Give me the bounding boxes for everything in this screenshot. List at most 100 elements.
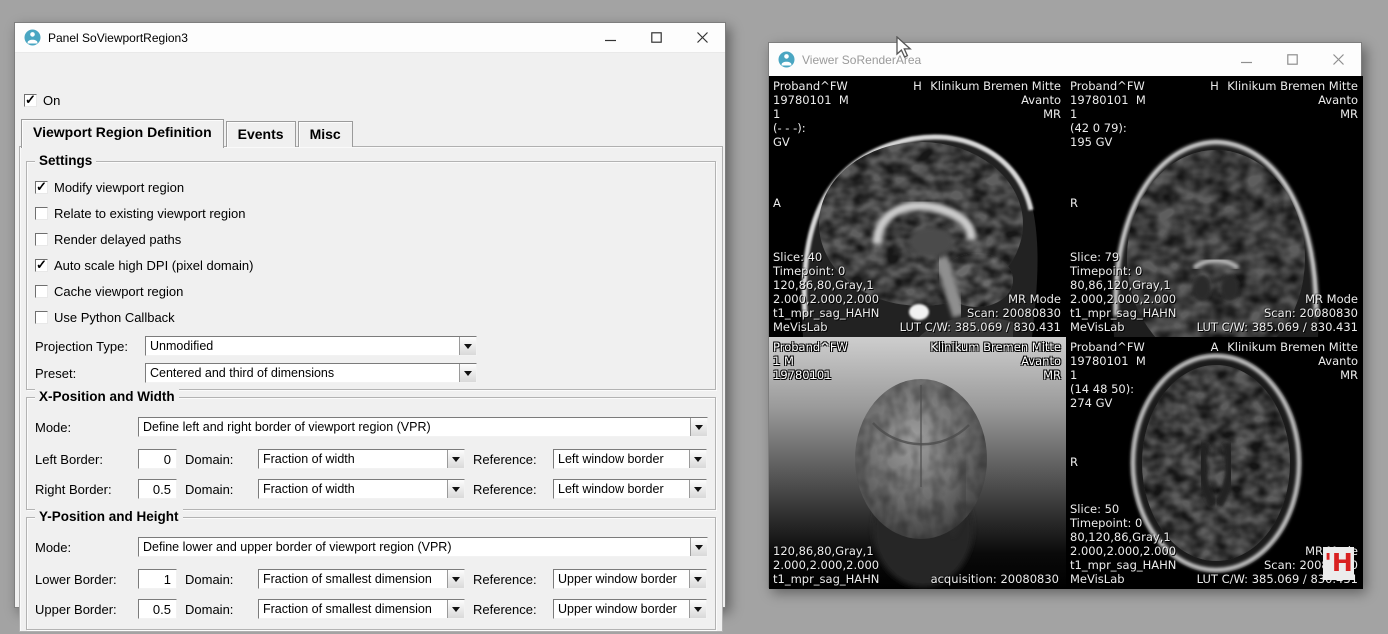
- overlay-line: 1 M: [773, 354, 848, 368]
- on-checkbox[interactable]: On: [24, 93, 60, 108]
- viewer-titlebar[interactable]: Viewer SoRenderArea: [769, 43, 1361, 76]
- upper-border-row: Upper Border: Domain: Fraction of smalle…: [35, 599, 707, 619]
- overlay-line: Klinikum Bremen Mitte: [930, 79, 1061, 93]
- overlay-line: 80,120,86,Gray,1: [1070, 530, 1176, 544]
- viewer-grid: Proband^FW 19780101 M 1 (- - -): GV H Kl…: [769, 76, 1363, 589]
- overlay-line: MeVisLab: [1070, 572, 1176, 586]
- left-border-input[interactable]: [138, 449, 177, 469]
- overlay-line: Slice: 40: [773, 250, 879, 264]
- overlay-line: Timepoint: 0: [1070, 264, 1176, 278]
- selected-value: Fraction of width: [259, 452, 447, 466]
- checkbox-label: Auto scale high DPI (pixel domain): [54, 258, 253, 273]
- projection-type-label: Projection Type:: [35, 339, 128, 354]
- mevislab-logo-icon: [24, 29, 41, 46]
- chevron-down-icon: [689, 450, 706, 468]
- viewer-quadrant-coronal[interactable]: Proband^FW 19780101 M 1 (42 0 79): 195 G…: [1066, 76, 1363, 337]
- orientation-left-label: R: [1070, 196, 1078, 210]
- viewer-quadrant-axial[interactable]: Proband^FW 19780101 M 1 (14 48 50): 274 …: [1066, 337, 1363, 589]
- overlay-line: Slice: 50: [1070, 502, 1176, 516]
- close-button[interactable]: [679, 23, 725, 52]
- minimize-button[interactable]: [587, 23, 633, 52]
- checkbox-box[interactable]: [35, 259, 48, 272]
- overlay-line: Scan: 20080830: [900, 306, 1061, 320]
- checkbox-box[interactable]: [35, 233, 48, 246]
- overlay-line: MR: [930, 368, 1061, 382]
- use-python-callback-checkbox[interactable]: Use Python Callback: [35, 310, 175, 325]
- overlay-line: LUT C/W: 385.069 / 830.431: [1197, 320, 1358, 334]
- overlay-line: Klinikum Bremen Mitte: [930, 340, 1061, 354]
- slice-info: Slice: 50 Timepoint: 0 80,120,86,Gray,1 …: [1070, 502, 1176, 586]
- modify-viewport-region-checkbox[interactable]: Modify viewport region: [35, 180, 184, 195]
- x-mode-select[interactable]: Define left and right border of viewport…: [138, 417, 708, 437]
- tab-viewport-region-definition[interactable]: Viewport Region Definition: [21, 119, 224, 148]
- overlay-line: 19780101 M: [773, 93, 849, 107]
- overlay-line: Scan: 20080830: [1197, 306, 1358, 320]
- checkbox-label: Render delayed paths: [54, 232, 181, 247]
- overlay-line: MR Mode: [1197, 292, 1358, 306]
- right-border-row: Right Border: Domain: Fraction of width …: [35, 479, 707, 499]
- upper-border-reference-select[interactable]: Upper window border: [553, 599, 707, 619]
- group-title: Y-Position and Height: [35, 509, 183, 524]
- checkbox-label: On: [43, 93, 60, 108]
- projection-type-select[interactable]: Unmodified: [145, 336, 477, 356]
- chevron-down-icon: [689, 570, 706, 588]
- minimize-icon: [1241, 54, 1252, 65]
- checkbox-box[interactable]: [35, 207, 48, 220]
- checkbox-box[interactable]: [35, 311, 48, 324]
- y-mode-select[interactable]: Define lower and upper border of viewpor…: [138, 537, 708, 557]
- site-info: Klinikum Bremen Mitte Avanto MR: [1227, 79, 1358, 121]
- panel-window: Panel SoViewportRegion3 On Viewport Regi…: [14, 22, 726, 608]
- panel-titlebar[interactable]: Panel SoViewportRegion3: [15, 23, 725, 53]
- cache-viewport-region-checkbox[interactable]: Cache viewport region: [35, 284, 183, 299]
- lower-border-domain-select[interactable]: Fraction of smallest dimension: [258, 569, 465, 589]
- lower-border-reference-select[interactable]: Upper window border: [553, 569, 707, 589]
- overlay-line: 2.000,2.000,2.000: [1070, 544, 1176, 558]
- slice-info: 120,86,80,Gray,1 2.000,2.000,2.000 t1_mp…: [773, 544, 879, 586]
- patient-info: Proband^FW 1 M 19780101: [773, 340, 848, 382]
- close-button[interactable]: [1315, 43, 1361, 76]
- chevron-down-icon: [447, 480, 464, 498]
- overlay-line: (42 0 79):: [1070, 121, 1146, 135]
- left-border-domain-select[interactable]: Fraction of width: [258, 449, 465, 469]
- viewer-quadrant-sagittal[interactable]: Proband^FW 19780101 M 1 (- - -): GV H Kl…: [769, 76, 1066, 337]
- overlay-line: 19780101: [773, 368, 848, 382]
- h-marker-badge: 'H: [1323, 547, 1354, 580]
- render-delayed-paths-checkbox[interactable]: Render delayed paths: [35, 232, 181, 247]
- relate-to-existing-viewport-region-checkbox[interactable]: Relate to existing viewport region: [35, 206, 246, 221]
- right-border-input[interactable]: [138, 479, 177, 499]
- y-mode-row: Mode: Define lower and upper border of v…: [35, 537, 707, 557]
- right-border-domain-select[interactable]: Fraction of width: [258, 479, 465, 499]
- minimize-button[interactable]: [1223, 43, 1269, 76]
- maximize-button[interactable]: [1269, 43, 1315, 76]
- overlay-line: t1_mpr_sag_HAHN: [773, 306, 879, 320]
- lower-border-row: Lower Border: Domain: Fraction of smalle…: [35, 569, 707, 589]
- auto-scale-high-dpi-checkbox[interactable]: Auto scale high DPI (pixel domain): [35, 258, 253, 273]
- chevron-down-icon: [690, 538, 707, 556]
- projection-type-row: Projection Type: Unmodified: [35, 336, 707, 356]
- overlay-line: Slice: 79: [1070, 250, 1176, 264]
- checkbox-box[interactable]: [35, 181, 48, 194]
- lower-border-input[interactable]: [138, 569, 177, 589]
- tab-misc[interactable]: Misc: [298, 121, 353, 147]
- tab-events[interactable]: Events: [226, 121, 296, 147]
- chevron-down-icon: [447, 600, 464, 618]
- upper-border-domain-select[interactable]: Fraction of smallest dimension: [258, 599, 465, 619]
- left-border-reference-select[interactable]: Left window border: [553, 449, 707, 469]
- right-border-reference-select[interactable]: Left window border: [553, 479, 707, 499]
- checkbox-box[interactable]: [24, 94, 37, 107]
- overlay-line: Avanto: [930, 354, 1061, 368]
- overlay-line: MeVisLab: [773, 320, 879, 334]
- chevron-down-icon: [689, 600, 706, 618]
- viewer-quadrant-volume-3d[interactable]: Proband^FW 1 M 19780101 Klinikum Bremen …: [769, 337, 1066, 589]
- mode-label: Mode:: [35, 540, 71, 555]
- checkbox-box[interactable]: [35, 285, 48, 298]
- preset-row: Preset: Centered and third of dimensions: [35, 363, 707, 383]
- group-title: Settings: [35, 153, 96, 168]
- upper-border-input[interactable]: [138, 599, 177, 619]
- reference-label: Reference:: [473, 452, 537, 467]
- right-border-label: Right Border:: [35, 482, 112, 497]
- overlay-line: LUT C/W: 385.069 / 830.431: [900, 320, 1061, 334]
- preset-select[interactable]: Centered and third of dimensions: [145, 363, 477, 383]
- overlay-line: t1_mpr_sag_HAHN: [1070, 558, 1176, 572]
- maximize-button[interactable]: [633, 23, 679, 52]
